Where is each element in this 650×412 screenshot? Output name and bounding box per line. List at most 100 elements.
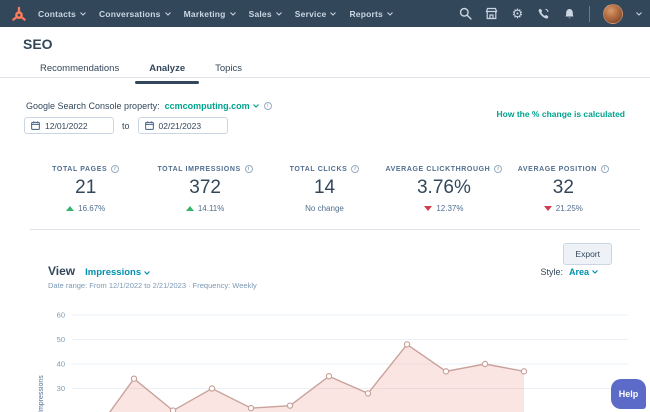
info-icon[interactable]: i [264,102,272,110]
tab-bar-divider [0,77,650,78]
svg-text:30: 30 [57,384,65,393]
stat-value: 21 [26,177,145,199]
stat-total-impressions: TOTAL IMPRESSIONSi 372 14.11% [145,165,264,213]
stat-change: No change [265,204,384,213]
end-date-value: 02/21/2023 [159,121,202,131]
search-console-property-row: Google Search Console property: ccmcompu… [26,101,272,111]
seo-analyze-page: Contacts Conversations Marketing Sales S… [0,0,650,412]
stat-average-position: AVERAGE POSITIONi 32 21.25% [504,165,623,213]
calendar-icon [145,121,154,130]
page-title: SEO [23,36,53,52]
settings-gear-icon[interactable]: ⚙ [511,7,524,20]
nav-item-label: Conversations [99,9,161,19]
stat-change: 14.11% [145,204,264,213]
percent-change-info-link[interactable]: How the % change is calculated [497,109,625,119]
nav-item-contacts[interactable]: Contacts [38,9,86,19]
search-icon[interactable] [459,7,472,20]
svg-text:40: 40 [57,360,65,369]
tab-bar: Recommendations Analyze Topics [38,59,244,84]
metric-dropdown[interactable]: Impressions [85,267,150,278]
nav-item-sales[interactable]: Sales [249,9,282,19]
date-range-picker: 12/01/2022 to 02/21/2023 [24,117,228,134]
style-label: Style: [540,267,563,277]
nav-item-label: Contacts [38,9,76,19]
nav-item-marketing[interactable]: Marketing [184,9,236,19]
property-value: ccmcomputing.com [165,101,250,111]
stat-change: 21.25% [504,204,623,213]
chart-plot-area: 60 50 40 30 [30,295,650,412]
chevron-down-icon [592,270,598,274]
section-divider [30,229,640,230]
date-separator: to [122,121,130,131]
end-date-input[interactable]: 02/21/2023 [138,117,228,134]
tab-recommendations[interactable]: Recommendations [38,59,121,84]
stat-value: 14 [265,177,384,199]
user-avatar[interactable] [603,4,623,24]
info-icon[interactable]: i [601,165,609,173]
view-title: View [48,264,75,278]
chevron-down-icon[interactable] [636,12,642,16]
stat-change: 12.37% [384,204,503,213]
chevron-down-icon [253,104,259,108]
up-triangle-icon [186,206,194,211]
style-controls: Style: Area [540,267,598,277]
start-date-value: 12/01/2022 [45,121,88,131]
chevron-down-icon [276,12,282,16]
marketplace-icon[interactable] [485,7,498,20]
svg-text:50: 50 [57,335,65,344]
main-menu: Contacts Conversations Marketing Sales S… [38,9,393,19]
stats-row: TOTAL PAGESi 21 16.67% TOTAL IMPRESSIONS… [26,165,623,213]
style-value: Area [569,267,589,277]
style-dropdown[interactable]: Area [569,267,598,277]
impressions-area-chart: Impressions 60 50 40 30 [30,295,650,412]
notifications-bell-icon[interactable] [563,7,576,20]
hubspot-logo-icon[interactable] [10,5,28,23]
info-icon[interactable]: i [111,165,119,173]
nav-item-label: Service [295,9,327,19]
tab-topics[interactable]: Topics [213,59,244,84]
svg-text:60: 60 [57,311,65,320]
stat-total-pages: TOTAL PAGESi 21 16.67% [26,165,145,213]
chevron-down-icon [330,12,336,16]
nav-utilities: ⚙ [459,4,642,24]
stat-value: 372 [145,177,264,199]
stat-average-clickthrough: AVERAGE CLICKTHROUGHi 3.76% 12.37% [384,165,503,213]
chevron-down-icon [387,12,393,16]
info-icon[interactable]: i [351,165,359,173]
nav-item-label: Reports [349,9,383,19]
chevron-down-icon [80,12,86,16]
export-button[interactable]: Export [563,243,612,265]
chart-date-range-subtext: Date range: From 12/1/2022 to 2/21/2023 … [48,281,257,290]
stat-change: 16.67% [26,204,145,213]
stat-label: AVERAGE POSITIONi [504,165,623,173]
property-label: Google Search Console property: [26,101,160,111]
y-axis-label: Impressions [38,343,45,412]
chevron-down-icon [230,12,236,16]
stat-label: TOTAL CLICKSi [265,165,384,173]
property-dropdown[interactable]: ccmcomputing.com [165,101,259,111]
metric-value: Impressions [85,267,141,278]
nav-item-conversations[interactable]: Conversations [99,9,171,19]
info-icon[interactable]: i [245,165,253,173]
stat-label: TOTAL PAGESi [26,165,145,173]
stat-total-clicks: TOTAL CLICKSi 14 No change [265,165,384,213]
stat-value: 3.76% [384,177,503,199]
nav-item-reports[interactable]: Reports [349,9,393,19]
down-triangle-icon [544,206,552,211]
chevron-down-icon [144,271,150,275]
info-icon[interactable]: i [494,165,502,173]
view-controls: View Impressions [48,264,150,278]
down-triangle-icon [424,206,432,211]
chevron-down-icon [165,12,171,16]
up-triangle-icon [66,206,74,211]
calls-phone-icon[interactable] [537,7,550,20]
top-nav: Contacts Conversations Marketing Sales S… [0,0,650,27]
stat-label: TOTAL IMPRESSIONSi [145,165,264,173]
nav-divider [589,6,590,22]
stat-label: AVERAGE CLICKTHROUGHi [384,165,503,173]
nav-item-label: Marketing [184,9,226,19]
nav-item-service[interactable]: Service [295,9,337,19]
start-date-input[interactable]: 12/01/2022 [24,117,114,134]
tab-analyze[interactable]: Analyze [147,59,187,84]
help-button[interactable]: Help [611,379,646,409]
